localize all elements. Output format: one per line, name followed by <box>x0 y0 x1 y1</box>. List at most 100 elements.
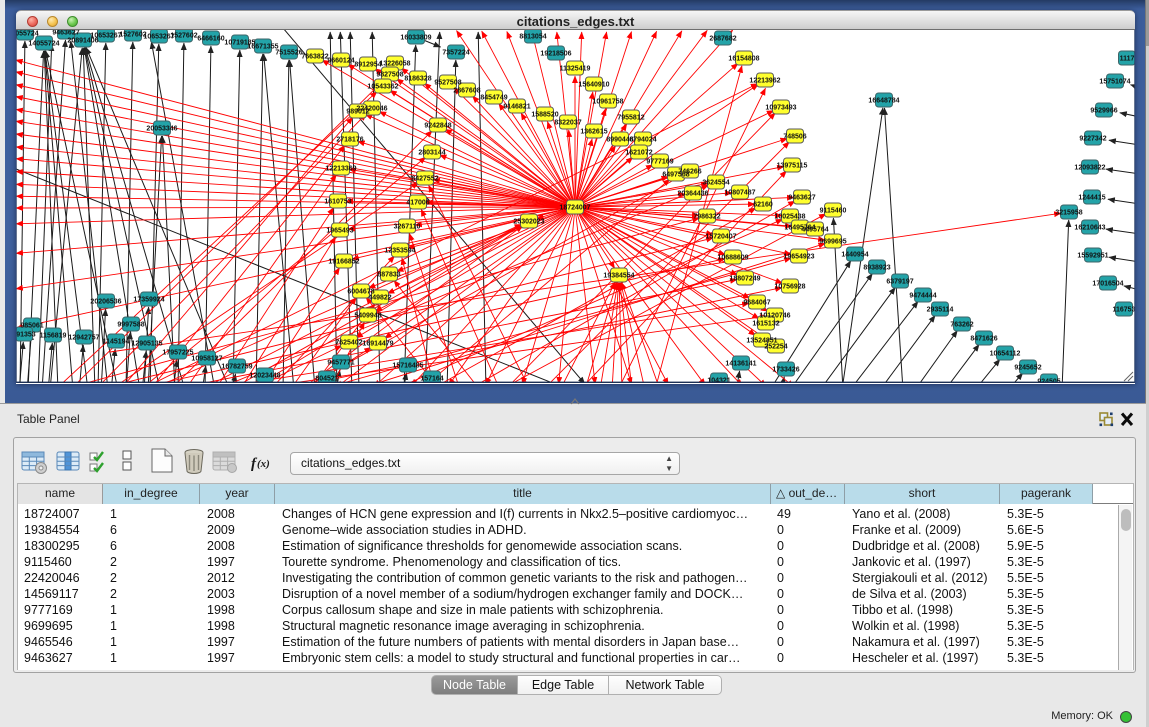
svg-text:1362615: 1362615 <box>580 129 607 136</box>
svg-text:2935114: 2935114 <box>927 307 954 314</box>
svg-text:7986322: 7986322 <box>693 214 720 221</box>
svg-text:2718176: 2718176 <box>336 137 363 144</box>
svg-text:18807249: 18807249 <box>729 276 760 283</box>
svg-text:12093822: 12093822 <box>1074 165 1105 172</box>
svg-text:10653267: 10653267 <box>90 33 121 40</box>
svg-text:10807487: 10807487 <box>724 190 755 197</box>
svg-text:887833: 887833 <box>377 272 400 279</box>
svg-text:1733426: 1733426 <box>772 367 799 374</box>
svg-text:4055724: 4055724 <box>16 31 39 38</box>
svg-text:8322037: 8322037 <box>554 120 581 127</box>
svg-text:17359924: 17359924 <box>133 297 164 304</box>
svg-text:20206536: 20206536 <box>90 299 121 306</box>
svg-text:9227342: 9227342 <box>1079 136 1106 143</box>
svg-text:9146821: 9146821 <box>503 104 530 111</box>
svg-text:9115460: 9115460 <box>820 208 847 215</box>
svg-text:15592951: 15592951 <box>1077 253 1108 260</box>
svg-text:14136141: 14136141 <box>725 361 756 368</box>
svg-text:9660124: 9660124 <box>327 58 354 65</box>
svg-text:16914479: 16914479 <box>362 341 393 348</box>
svg-text:804521: 804521 <box>315 376 338 383</box>
svg-text:15751074: 15751074 <box>1099 79 1130 86</box>
svg-text:9457771: 9457771 <box>327 360 354 367</box>
svg-text:3267110: 3267110 <box>394 224 421 231</box>
svg-text:12942757: 12942757 <box>68 335 99 342</box>
svg-text:989012: 989012 <box>346 109 369 116</box>
svg-text:1145194: 1145194 <box>103 339 130 346</box>
svg-text:(x): (x) <box>257 458 270 470</box>
svg-text:9242848: 9242848 <box>424 123 451 130</box>
svg-text:9777169: 9777169 <box>646 159 673 166</box>
svg-text:4495764: 4495764 <box>801 227 828 234</box>
svg-text:16033809: 16033809 <box>400 35 431 42</box>
svg-text:16671355: 16671355 <box>247 44 278 51</box>
svg-text:6466160: 6466160 <box>197 36 224 43</box>
svg-text:748506: 748506 <box>783 134 806 141</box>
svg-text:14055724: 14055724 <box>28 41 59 48</box>
svg-text:10973493: 10973493 <box>765 105 796 112</box>
svg-text:8186328: 8186328 <box>404 76 431 83</box>
svg-text:8912954: 8912954 <box>354 62 381 69</box>
svg-text:985061: 985061 <box>20 323 43 330</box>
svg-text:1117: 1117 <box>1120 56 1135 63</box>
svg-text:5409948: 5409948 <box>354 313 381 320</box>
svg-text:9245652: 9245652 <box>1014 365 1041 372</box>
svg-text:1440954: 1440954 <box>841 252 868 259</box>
svg-text:10958127: 10958127 <box>191 356 222 363</box>
svg-text:13975115: 13975115 <box>777 163 808 170</box>
svg-text:9527508: 9527508 <box>434 80 461 87</box>
svg-text:9684067: 9684067 <box>743 300 770 307</box>
svg-text:6794024: 6794024 <box>629 137 656 144</box>
svg-text:10654112: 10654112 <box>990 351 1021 358</box>
svg-text:449822: 449822 <box>368 295 391 302</box>
svg-text:746266: 746266 <box>678 169 701 176</box>
svg-text:9827508: 9827508 <box>376 72 403 79</box>
svg-text:8938923: 8938923 <box>863 265 890 272</box>
svg-text:763262: 763262 <box>950 322 973 329</box>
svg-text:7955812: 7955812 <box>617 115 644 122</box>
svg-text:15640910: 15640910 <box>578 82 609 89</box>
svg-text:19654923: 19654923 <box>783 254 814 261</box>
svg-text:1610753: 1610753 <box>324 199 351 206</box>
svg-text:10120746: 10120746 <box>759 313 790 320</box>
svg-text:20053346: 20053346 <box>146 126 177 133</box>
svg-text:19384554: 19384554 <box>603 273 634 280</box>
svg-text:10543362: 10543362 <box>367 84 398 91</box>
svg-text:3215958: 3215958 <box>1055 210 1082 217</box>
svg-text:17016504: 17016504 <box>1092 281 1123 288</box>
svg-text:1156819: 1156819 <box>40 333 67 340</box>
svg-text:3624554: 3624554 <box>702 180 729 187</box>
svg-text:62160: 62160 <box>753 202 773 209</box>
svg-text:10688609: 10688609 <box>717 255 748 262</box>
svg-text:9463627: 9463627 <box>788 195 815 202</box>
svg-text:16782759: 16782759 <box>221 364 252 371</box>
svg-text:8427552: 8427552 <box>411 176 438 183</box>
svg-text:11325419: 11325419 <box>560 66 591 73</box>
svg-text:9529966: 9529966 <box>1090 108 1117 115</box>
svg-text:1621072: 1621072 <box>625 150 652 157</box>
svg-text:417006: 417006 <box>406 200 429 207</box>
svg-text:6379197: 6379197 <box>886 279 913 286</box>
svg-text:9474444: 9474444 <box>909 293 936 300</box>
svg-text:1244415: 1244415 <box>1078 195 1105 202</box>
svg-text:391353: 391353 <box>16 332 36 339</box>
svg-text:10756928: 10756928 <box>774 284 805 291</box>
svg-text:18724007: 18724007 <box>559 205 590 212</box>
svg-text:7663822: 7663822 <box>301 54 328 61</box>
svg-text:9997588: 9997588 <box>117 322 144 329</box>
svg-text:19218506: 19218506 <box>540 51 571 58</box>
svg-text:25302023: 25302023 <box>513 219 544 226</box>
svg-text:12213369: 12213369 <box>325 166 356 173</box>
svg-text:20364436: 20364436 <box>677 191 708 198</box>
svg-text:16210643: 16210643 <box>1074 225 1105 232</box>
svg-text:10961758: 10961758 <box>592 99 623 106</box>
svg-text:16648784: 16648784 <box>868 98 899 105</box>
svg-text:7357224: 7357224 <box>442 50 469 57</box>
svg-text:8813054: 8813054 <box>519 34 546 41</box>
svg-text:12905135: 12905135 <box>131 341 162 348</box>
svg-text:16154808: 16154808 <box>728 56 759 63</box>
svg-text:12023448: 12023448 <box>249 373 280 380</box>
svg-text:19166852: 19166852 <box>328 259 359 266</box>
svg-text:12353594: 12353594 <box>384 248 415 255</box>
svg-text:1527602: 1527602 <box>170 33 197 40</box>
